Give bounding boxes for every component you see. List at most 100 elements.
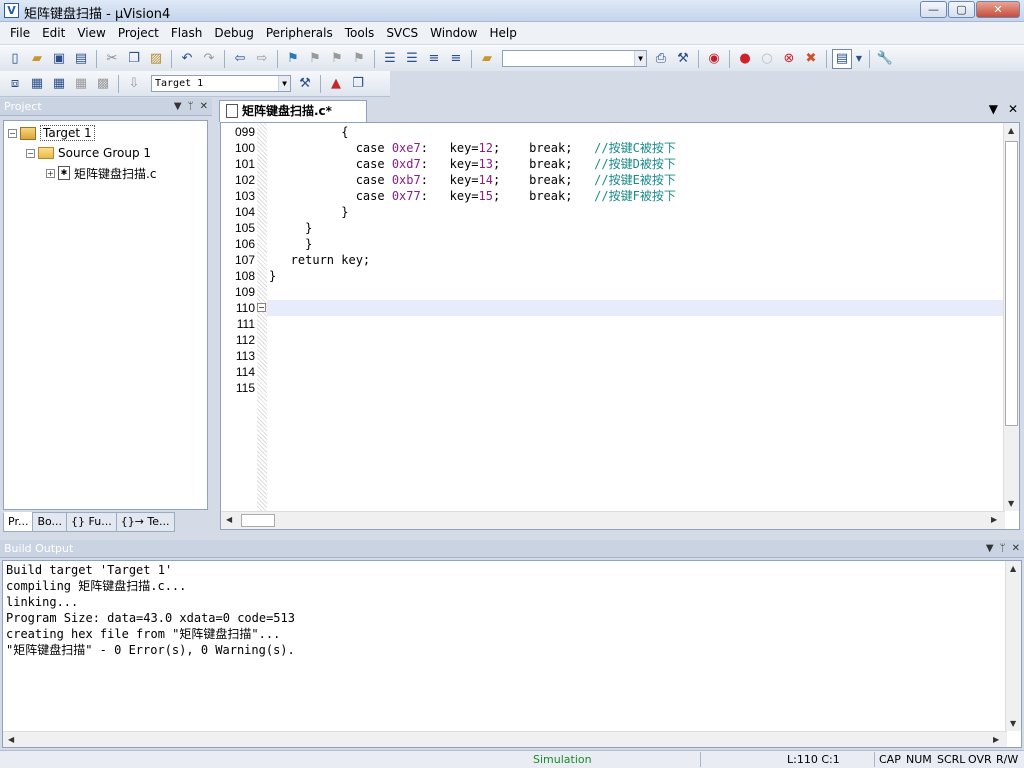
nav-back-icon[interactable]: ⇦	[230, 49, 250, 69]
disable-breakpoint-icon[interactable]: ○	[757, 49, 777, 69]
tab-source-file[interactable]: 矩阵键盘扫描.c*	[219, 100, 367, 122]
indent-icon[interactable]: ☰	[380, 49, 400, 69]
menu-tools[interactable]: Tools	[339, 22, 381, 44]
panel-close-icon[interactable]: ✕	[200, 98, 208, 116]
tree-item-target[interactable]: − Target 1	[8, 124, 95, 142]
window-layout-icon[interactable]: ▤	[832, 48, 852, 69]
redo-icon[interactable]: ↷	[199, 49, 219, 69]
debug-session-icon[interactable]: ◉	[704, 49, 724, 69]
build-toolbar: ⧈ ▦ ▦ ▦ ▩ ⇩ Target 1 ▼ ⚒ ▲ ❐	[0, 71, 390, 97]
panel-pin-icon[interactable]: ᛘ	[1000, 540, 1006, 558]
menu-view[interactable]: View	[71, 22, 111, 44]
save-icon[interactable]: ▣	[49, 49, 69, 69]
tab-project[interactable]: Pr...	[3, 512, 34, 532]
code-text: ; break;	[492, 189, 595, 203]
download-icon[interactable]: ⇩	[124, 74, 144, 94]
configure-icon[interactable]: 🔧	[875, 49, 895, 69]
translate-icon[interactable]: ⧈	[5, 74, 25, 94]
stop-build-icon[interactable]: ▩	[93, 74, 113, 94]
build-output-text[interactable]: Build target 'Target 1' compiling 矩阵键盘扫描…	[2, 560, 1022, 748]
output-horizontal-scrollbar[interactable]: ◀ ▶	[3, 731, 1007, 747]
chevron-down-icon[interactable]: ▼	[634, 51, 646, 66]
scroll-right-icon[interactable]: ▶	[991, 515, 997, 524]
unindent-icon[interactable]: ☰	[402, 49, 422, 69]
bookmark-icon[interactable]: ⚑	[283, 49, 303, 69]
code-editor[interactable]: 099 100 101 102 103 104 105 106 107 108 109 110 111 1…	[220, 122, 1020, 530]
scroll-thumb[interactable]	[1005, 141, 1018, 426]
paste-icon[interactable]: ▨	[146, 49, 166, 69]
tree-item-group[interactable]: − Source Group 1	[26, 144, 151, 162]
tab-functions[interactable]: {} Fu...	[66, 512, 117, 532]
editor-vertical-scrollbar[interactable]: ▲ ▼	[1003, 123, 1019, 511]
target-options-icon[interactable]: ⚒	[295, 74, 315, 94]
batch-build-icon[interactable]: ▦	[71, 74, 91, 94]
copy-icon[interactable]: ❐	[124, 49, 144, 69]
menu-edit[interactable]: Edit	[36, 22, 71, 44]
disable-all-breakpoints-icon[interactable]: ⊗	[779, 49, 799, 69]
scroll-up-icon[interactable]: ▲	[1008, 126, 1014, 135]
incremental-find-icon[interactable]: ⚒	[673, 49, 693, 69]
menu-window[interactable]: Window	[424, 22, 483, 44]
breakpoint-icon[interactable]: ●	[735, 49, 755, 69]
open-folder-icon[interactable]: ▰	[27, 49, 47, 69]
minimize-button[interactable]: —	[920, 1, 947, 18]
scroll-right-icon[interactable]: ▶	[993, 735, 999, 744]
tab-templates[interactable]: {}→ Te...	[115, 512, 175, 532]
code-line: case 0xd7: key=13; break; //按键D被按下	[269, 156, 676, 172]
save-all-icon[interactable]: ▤	[71, 49, 91, 69]
code-number: 13	[478, 157, 493, 171]
select-device-icon[interactable]: ❐	[348, 74, 368, 94]
menu-file[interactable]: File	[4, 22, 36, 44]
rebuild-icon[interactable]: ▦	[49, 74, 69, 94]
tab-list-dropdown-icon[interactable]: ▼	[989, 102, 998, 116]
menu-flash[interactable]: Flash	[165, 22, 208, 44]
scroll-up-icon[interactable]: ▲	[1010, 564, 1016, 573]
clear-bookmarks-icon[interactable]: ⚑	[349, 49, 369, 69]
menu-project[interactable]: Project	[112, 22, 165, 44]
menu-peripherals[interactable]: Peripherals	[260, 22, 339, 44]
code-number: 15	[478, 189, 493, 203]
panel-dropdown-icon[interactable]: ▼	[986, 540, 994, 558]
cut-icon[interactable]: ✂	[102, 49, 122, 69]
collapse-icon[interactable]: −	[26, 148, 35, 158]
layout-dropdown-icon[interactable]: ▼	[854, 49, 864, 69]
scroll-thumb[interactable]	[241, 514, 275, 527]
undo-icon[interactable]: ↶	[177, 49, 197, 69]
find-combo[interactable]: ▼	[502, 50, 647, 67]
panel-close-icon[interactable]: ✕	[1012, 540, 1020, 558]
target-select[interactable]: Target 1 ▼	[151, 75, 291, 92]
scroll-down-icon[interactable]: ▼	[1010, 719, 1016, 728]
kill-breakpoints-icon[interactable]: ✖	[801, 49, 821, 69]
panel-pin-icon[interactable]: ᛘ	[188, 98, 194, 116]
build-icon[interactable]: ▦	[27, 74, 47, 94]
output-vertical-scrollbar[interactable]: ▲ ▼	[1005, 561, 1021, 731]
uncomment-icon[interactable]: ≡	[446, 49, 466, 69]
tab-books[interactable]: Bo...	[32, 512, 68, 532]
manage-components-icon[interactable]: ▲	[326, 74, 346, 94]
nav-forward-icon[interactable]: ⇨	[252, 49, 272, 69]
chevron-down-icon[interactable]: ▼	[278, 76, 290, 91]
fold-marker-icon[interactable]: −	[257, 303, 266, 312]
close-button[interactable]: ✕	[976, 1, 1020, 18]
editor-horizontal-scrollbar[interactable]: ◀ ▶	[221, 511, 1005, 529]
code-text: {	[269, 125, 349, 139]
close-tab-icon[interactable]: ✕	[1008, 102, 1018, 116]
menu-help[interactable]: Help	[483, 22, 522, 44]
maximize-button[interactable]: ▢	[948, 1, 975, 18]
prev-bookmark-icon[interactable]: ⚑	[305, 49, 325, 69]
tree-item-file[interactable]: + ✱ 矩阵键盘扫描.c	[46, 164, 156, 182]
next-bookmark-icon[interactable]: ⚑	[327, 49, 347, 69]
panel-dropdown-icon[interactable]: ▼	[174, 98, 182, 116]
expand-icon[interactable]: +	[46, 168, 55, 178]
find-icon[interactable]: ⎙	[651, 49, 671, 69]
scroll-left-icon[interactable]: ◀	[226, 515, 232, 524]
scroll-down-icon[interactable]: ▼	[1008, 499, 1014, 508]
code-text: return key;	[269, 253, 371, 267]
menu-debug[interactable]: Debug	[208, 22, 259, 44]
menu-svcs[interactable]: SVCS	[380, 22, 424, 44]
scroll-left-icon[interactable]: ◀	[8, 735, 14, 744]
new-file-icon[interactable]: ▯	[5, 49, 25, 69]
comment-icon[interactable]: ≡	[424, 49, 444, 69]
collapse-icon[interactable]: −	[8, 128, 17, 138]
find-in-files-icon[interactable]: ▰	[477, 49, 497, 69]
